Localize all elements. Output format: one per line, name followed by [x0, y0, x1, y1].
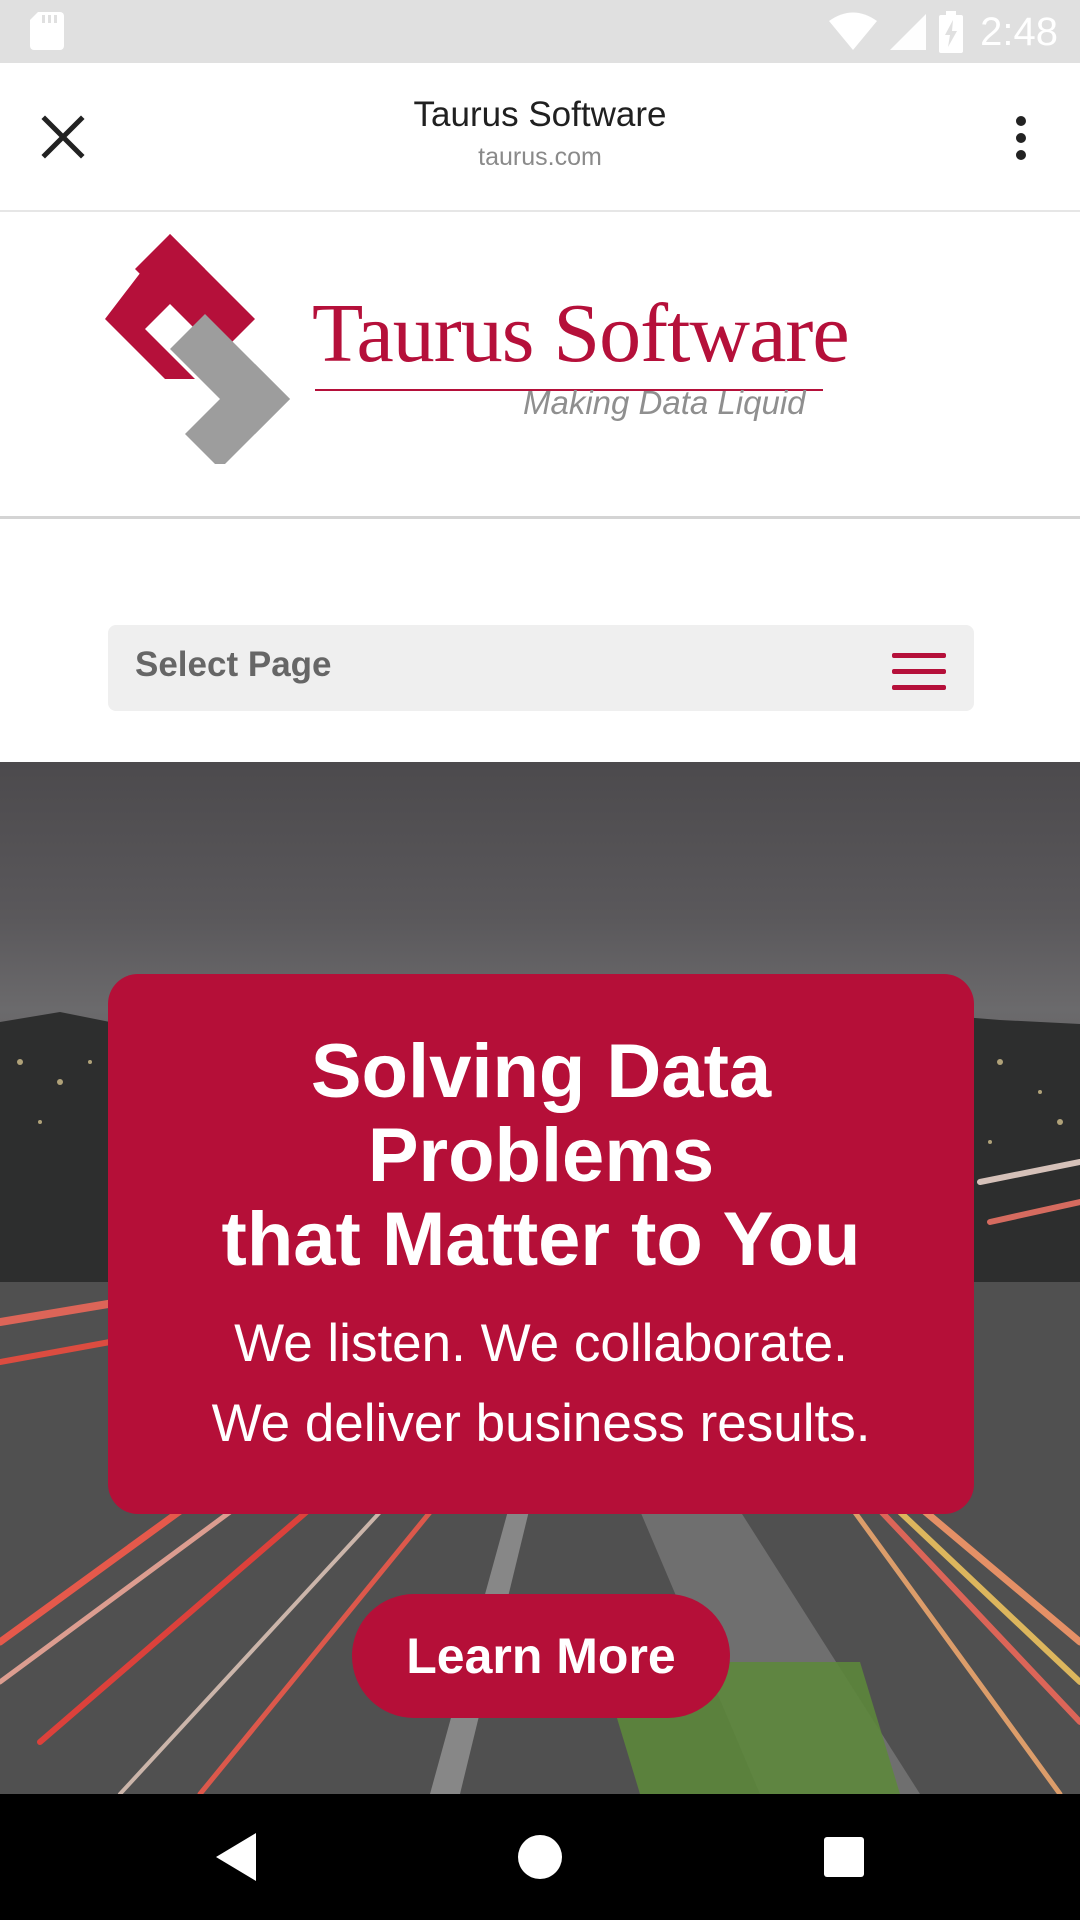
browser-toolbar: Taurus Software taurus.com	[0, 63, 1080, 212]
hero-section: Solving Data Problems that Matter to You…	[0, 762, 1080, 1794]
select-page-menu[interactable]: Select Page	[108, 625, 974, 711]
site-logo[interactable]: Taurus Software Making Data Liquid	[105, 234, 850, 464]
logo-tagline: Making Data Liquid	[523, 384, 806, 421]
home-icon[interactable]	[510, 1827, 570, 1887]
wifi-icon	[829, 12, 878, 50]
page-title-block: Taurus Software taurus.com	[200, 93, 880, 172]
select-page-label: Select Page	[135, 645, 332, 684]
sd-card-icon	[30, 12, 64, 50]
hero-title-line: Problems	[367, 1113, 715, 1198]
learn-more-button[interactable]: Learn More	[352, 1594, 730, 1718]
nav-area: Select Page	[0, 519, 1080, 762]
taurus-logo-mark-icon	[105, 234, 290, 464]
site-header: Taurus Software Making Data Liquid	[0, 212, 1080, 519]
page-title: Taurus Software	[413, 95, 667, 134]
hero-title-line: Solving Data	[310, 1029, 772, 1114]
status-time: 2:48	[980, 9, 1058, 54]
hamburger-menu-icon[interactable]	[892, 651, 946, 691]
hero-subtitle: We listen. We collaborate. We deliver bu…	[108, 1304, 974, 1464]
battery-charging-icon	[939, 11, 964, 53]
recents-icon[interactable]	[814, 1827, 874, 1887]
close-icon[interactable]	[40, 114, 86, 160]
status-bar: 2:48	[0, 0, 1080, 63]
back-icon[interactable]	[206, 1827, 266, 1887]
hero-title-line: that Matter to You	[221, 1197, 861, 1282]
hero-card: Solving Data Problems that Matter to You…	[108, 974, 974, 1514]
signal-icon	[890, 14, 927, 50]
page-url: taurus.com	[478, 143, 602, 171]
android-nav-bar	[0, 1794, 1080, 1920]
more-vert-icon[interactable]	[996, 113, 1046, 163]
hero-subtitle-line: We listen. We collaborate.	[234, 1314, 848, 1373]
logo-wordmark: Taurus Software	[312, 287, 850, 380]
hero-subtitle-line: We deliver business results.	[211, 1394, 871, 1453]
hero-title: Solving Data Problems that Matter to You	[108, 1030, 974, 1282]
